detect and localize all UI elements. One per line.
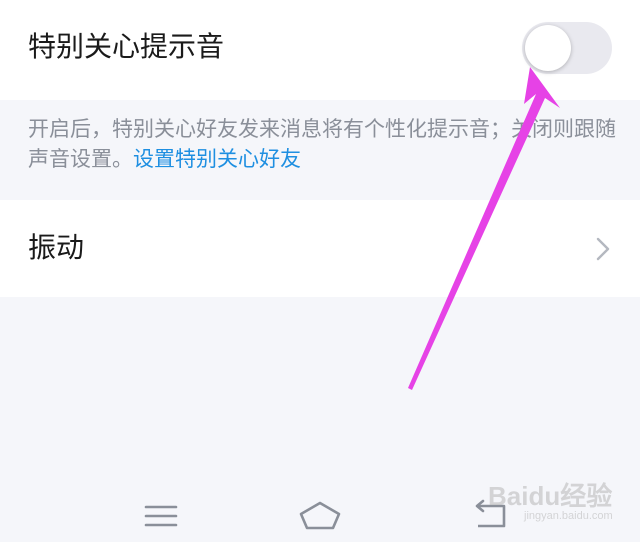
vibrate-label: 振动: [28, 231, 85, 264]
home-icon[interactable]: [297, 498, 343, 532]
toggle-knob: [525, 25, 571, 71]
baidu-jingyan-watermark: Baidu经验 jingyan.baidu.com: [488, 472, 628, 528]
chevron-right-icon: [596, 237, 610, 261]
vibrate-row[interactable]: 振动: [0, 200, 640, 297]
set-special-care-friends-link[interactable]: 设置特别关心好友: [133, 147, 301, 171]
special-care-sound-toggle[interactable]: [522, 22, 612, 74]
description-text: 开启后，特别关心好友发来消息将有个性化提示音；关闭则跟随声音设置。设置特别关心好…: [28, 114, 618, 174]
description-body: 开启后，特别关心好友发来消息将有个性化提示音；关闭则跟随声音设置。: [28, 117, 616, 171]
special-care-description: 开启后，特别关心好友发来消息将有个性化提示音；关闭则跟随声音设置。设置特别关心好…: [0, 100, 640, 200]
special-care-sound-row: 特别关心提示音: [0, 0, 640, 100]
special-care-sound-label: 特别关心提示音: [28, 30, 225, 63]
watermark-brand: Baidu经验: [488, 481, 613, 511]
menu-icon[interactable]: [138, 498, 184, 532]
settings-screen: 特别关心提示音 开启后，特别关心好友发来消息将有个性化提示音；关闭则跟随声音设置…: [0, 0, 640, 542]
watermark-sub: jingyan.baidu.com: [524, 510, 613, 522]
